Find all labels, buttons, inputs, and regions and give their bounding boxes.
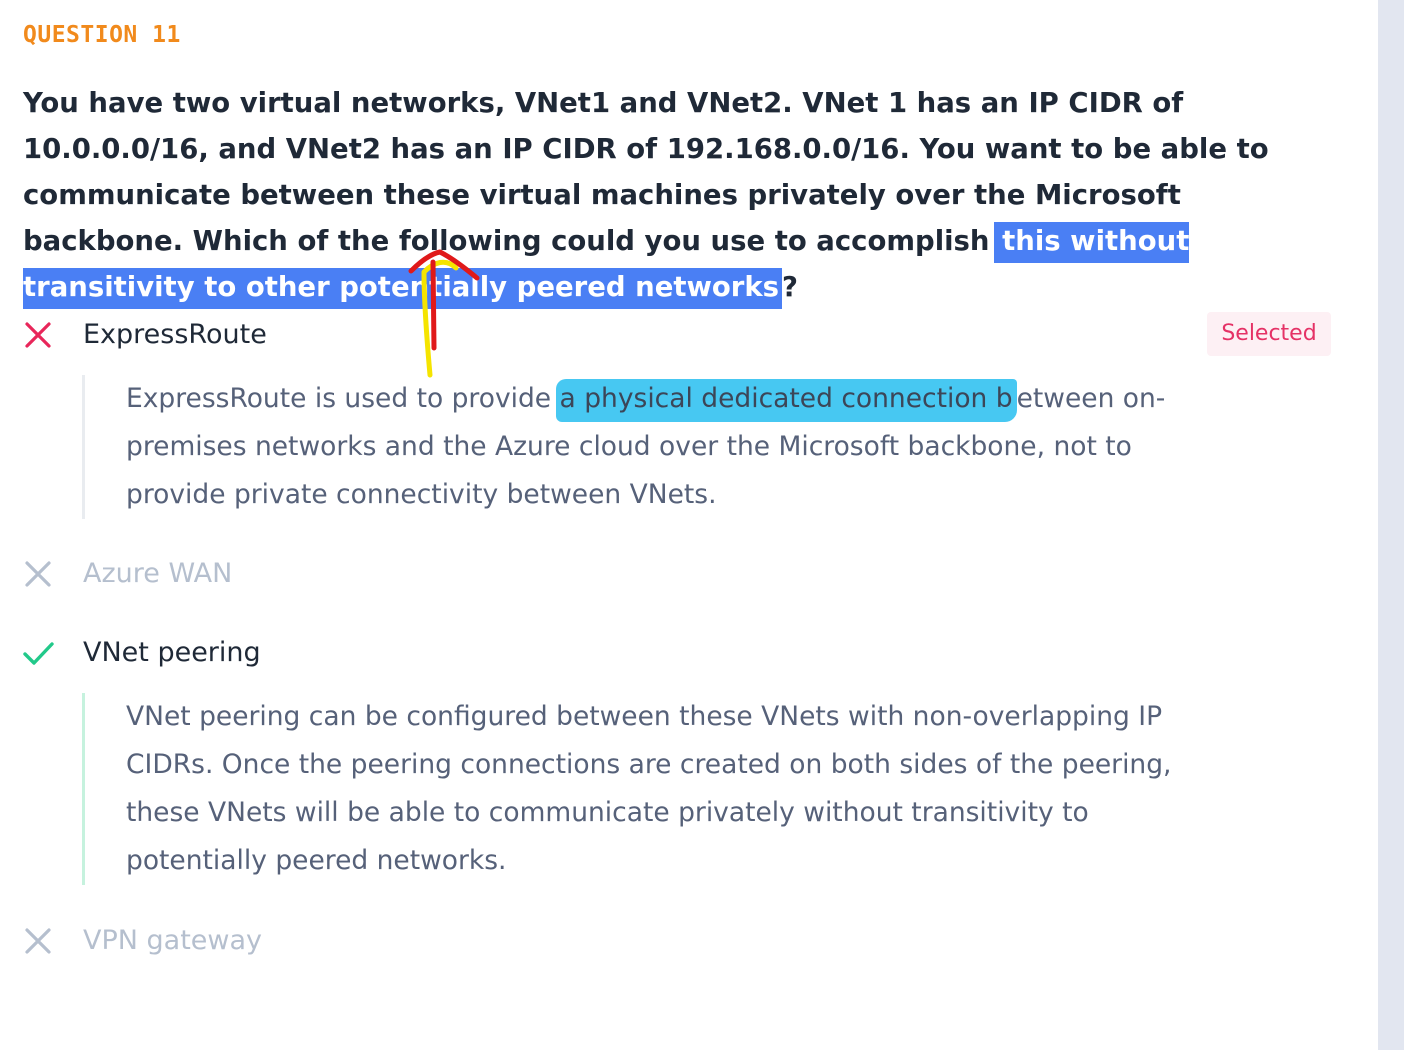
explanation-expressroute: ExpressRoute is used to provide a physic…	[82, 375, 1202, 519]
explanation-text-start: ExpressRoute is used to provide	[126, 383, 560, 414]
marker-highlight: a physical dedicated connection b	[555, 379, 1017, 422]
option-azure-wan[interactable]: Azure WAN	[0, 549, 1340, 599]
option-expressroute[interactable]: ExpressRoute Selected	[0, 310, 1340, 360]
explanation-text: ExpressRoute is used to provide a physic…	[126, 375, 1202, 519]
option-label: VPN gateway	[83, 925, 263, 956]
option-vpn-gateway[interactable]: VPN gateway	[0, 916, 1340, 966]
x-icon	[25, 928, 51, 954]
check-icon	[23, 642, 54, 665]
x-icon	[25, 322, 51, 348]
option-label: ExpressRoute	[83, 319, 267, 350]
scrollbar-track[interactable]	[1378, 0, 1404, 1050]
option-vnet-peering[interactable]: VNet peering	[0, 628, 1340, 678]
question-label: QUESTION 11	[23, 22, 181, 48]
question-text: You have two virtual networks, VNet1 and…	[23, 80, 1343, 310]
question-text-end: ?	[782, 271, 798, 303]
option-label: Azure WAN	[83, 558, 233, 589]
explanation-vnet-peering: VNet peering can be configured between t…	[82, 693, 1202, 885]
explanation-text: VNet peering can be configured between t…	[126, 701, 1172, 876]
x-icon	[25, 561, 51, 587]
selected-badge: Selected	[1207, 312, 1331, 356]
option-label: VNet peering	[83, 637, 261, 668]
